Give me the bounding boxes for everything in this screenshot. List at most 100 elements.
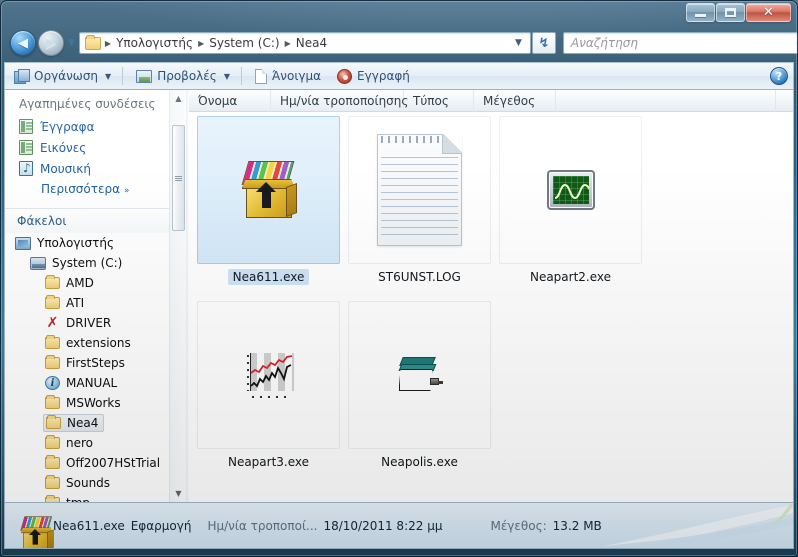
column-header-blank[interactable] [556,90,776,112]
file-item-neapart3-exe[interactable]: Neapart3.exe [194,301,343,484]
sidebar-item-label: Μουσική [40,161,91,176]
tree-item-driver[interactable]: ✗ DRIVER [5,313,186,333]
column-header-Ημ-νία-τροποποίησης[interactable]: Ημ/νία τροποποίησης [271,90,408,112]
navigation-bar: ◀ ▶ ▼ ▶ Υπολογιστής ▶ System (C:) ▶ Nea4… [0,27,798,59]
tree-item-firststeps[interactable]: FirstSteps [5,353,186,373]
tree-item-nea4[interactable]: Nea4 [5,413,186,433]
file-name-label: Nea611.exe [227,269,310,285]
installer-package-icon [17,514,54,548]
status-file-type: Εφαρμογή [130,518,192,533]
back-button[interactable]: ◀ [10,30,36,56]
open-document-icon [254,68,267,84]
open-button[interactable]: Άνοιγμα [248,64,328,88]
burn-button[interactable]: Εγγραφή [330,64,417,88]
file-name-label: ST6UNST.LOG [378,270,461,284]
help-button[interactable]: ? [770,67,788,85]
chevron-right-double-icon: » [123,186,130,196]
file-list-pane: Όνομα Ημ/νία τροποποίησης Τύπος Μέγεθος Nea… [189,90,793,502]
scroll-down-button[interactable]: ▼ [170,485,186,502]
breadcrumb-item-system-c[interactable]: System (C:) [206,36,282,50]
folder-icon [84,34,101,50]
more-label: Περισσότερα [41,182,120,196]
tree-item-off2007hsttrial[interactable]: Off2007HStTrial [5,453,186,473]
folder-icon [45,355,60,369]
folder-icon [45,275,60,289]
status-size-label: Μέγεθος: [490,518,547,533]
chevron-down-icon: ▼ [68,38,75,48]
tree-item-nero[interactable]: nero [5,433,186,453]
sidebar-item-pictures[interactable]: Εικόνες [5,137,186,158]
history-dropdown-button[interactable]: ▼ [68,38,75,48]
status-size-value: 13.2 MB [552,518,602,533]
forward-button[interactable]: ▶ [38,30,64,56]
address-dropdown-icon[interactable]: ▼ [509,38,530,48]
tree-item-extensions[interactable]: extensions [5,333,186,353]
minimize-button[interactable] [686,3,715,22]
tree-item-system-c-[interactable]: System (C:) [5,253,186,273]
chevron-down-icon: ▼ [223,71,230,81]
tree-item-manual[interactable]: i MANUAL [5,373,186,393]
toolbar-divider [122,67,124,85]
search-box[interactable]: Αναζήτηση ⌕ [562,32,798,54]
tree-item-label: AMD [66,276,94,290]
tree-item-amd[interactable]: AMD [5,273,186,293]
file-grid: Nea611.exe ST6UNST.LOG Neapart2.exe Neapart… [189,112,793,486]
computer-icon [15,236,31,250]
views-button[interactable]: Προβολές ▼ [129,64,237,88]
forward-arrow-icon: ▶ [46,35,56,51]
search-input[interactable]: Αναζήτηση [564,36,638,50]
breadcrumb-item-computer[interactable]: Υπολογιστής [113,36,196,50]
breadcrumb-item-nea4[interactable]: Nea4 [293,36,330,50]
tree-item-label: MANUAL [66,376,118,390]
sidebar-more-button[interactable]: Περισσότερα » [5,179,186,202]
details-pane: Nea611.exe Εφαρμογή Ημ/νία τροποποί... 1… [4,502,794,549]
tree-item-content: Nea4 [43,414,105,432]
tree-scrollbar[interactable]: ▲ ▼ [169,90,186,502]
file-item-neapolis-exe[interactable]: Neapolis.exe [345,301,494,484]
tree-item-label: ATI [66,296,85,310]
file-icon-container [197,116,340,264]
folders-section-header[interactable]: Φάκελοι ⌄ [5,208,186,233]
oscilloscope-icon [546,170,595,210]
tree-item-content: extensions [45,335,131,350]
organize-icon [14,69,30,84]
file-item-st6unst-log[interactable]: ST6UNST.LOG [345,116,494,299]
tree-item-sounds[interactable]: Sounds [5,473,186,493]
tree-item-ati[interactable]: ATI [5,293,186,313]
column-header-Μέγεθος[interactable]: Μέγεθος [474,90,556,112]
tree-item--[interactable]: Υπολογιστής [5,233,186,253]
views-label: Προβολές [157,69,217,83]
views-icon [136,69,153,83]
help-icon: ? [775,69,783,83]
column-header--νομα[interactable]: Όνομα [189,90,271,112]
tree-item-msworks[interactable]: MSWorks [5,393,186,413]
file-icon-container [499,116,642,264]
info-icon: i [45,376,60,390]
status-file-name: Nea611.exe [53,518,125,533]
navigation-pane: Αγαπημένες συνδέσεις Έγγραφα Εικόνες Μου… [5,90,186,502]
file-item-neapart2-exe[interactable]: Neapart2.exe [496,116,645,299]
breadcrumb-separator-icon: ▶ [284,38,291,48]
close-button[interactable]: ✕ [746,3,791,22]
minimize-icon [695,14,706,17]
tree-item-label: DRIVER [66,316,112,330]
sidebar-item-music[interactable]: Μουσική [5,158,186,179]
address-bar[interactable]: ▶ Υπολογιστής ▶ System (C:) ▶ Nea4 ▼ [78,32,531,54]
tree-item-content: ATI [45,295,85,310]
breadcrumb-separator-icon: ▶ [198,38,205,48]
scrollbar-grip-icon [175,175,182,181]
red-x-icon: ✗ [46,314,59,331]
scroll-up-button[interactable]: ▲ [170,90,186,107]
sidebar-item-documents[interactable]: Έγγραφα [5,116,186,137]
maximize-button[interactable] [716,3,745,22]
file-icon-container [197,301,340,449]
tree-item-tmp[interactable]: tmp [5,493,186,502]
refresh-button[interactable]: ↯ [531,32,556,54]
folder-icon [45,455,60,469]
scrollbar-thumb[interactable] [172,125,185,231]
folder-icon [45,395,60,409]
tree-item-label: extensions [66,336,131,350]
organize-button[interactable]: Οργάνωση ▼ [7,64,118,88]
file-item-nea611-exe[interactable]: Nea611.exe [194,116,343,299]
column-header-Τύπος[interactable]: Τύπος [404,90,474,112]
